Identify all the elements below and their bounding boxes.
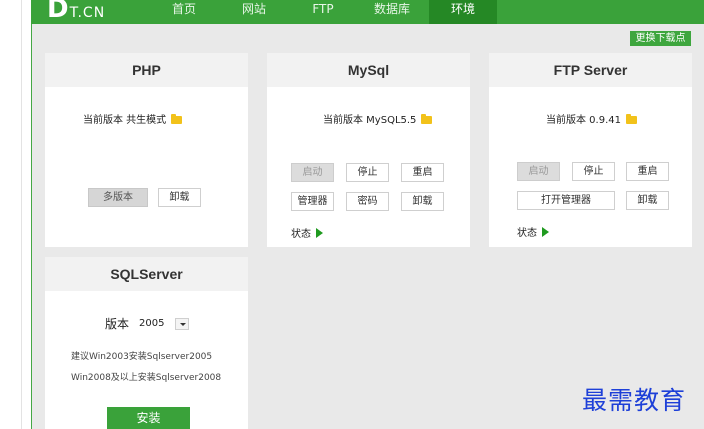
sqlserver-hint-2008: Win2008及以上安装Sqlserver2008: [71, 373, 222, 383]
ftp-stop-button[interactable]: 停止: [572, 162, 615, 181]
mysql-start-button[interactable]: 启动: [291, 163, 334, 182]
nav-item-website[interactable]: 网站: [229, 0, 279, 24]
folder-icon[interactable]: [626, 114, 637, 124]
play-icon[interactable]: [542, 227, 549, 237]
ftp-status: 状态: [517, 224, 549, 239]
ftp-title: FTP Server: [489, 53, 692, 87]
php-version: 当前版本 共生模式: [83, 111, 183, 126]
nav-item-database[interactable]: 数据库: [362, 0, 422, 24]
change-download-node-button[interactable]: 更换下载点: [630, 31, 691, 46]
sqlserver-hint-2003: 建议Win2003安装Sqlserver2005: [71, 352, 213, 362]
mysql-restart-button[interactable]: 重启: [401, 163, 444, 182]
ftp-open-manager-button[interactable]: 打开管理器: [517, 191, 615, 210]
folder-icon[interactable]: [171, 114, 183, 124]
mysql-password-button[interactable]: 密码: [346, 192, 389, 211]
mysql-card: MySql 当前版本 MySQL5.5 启动 停止 重启 管理器 密码 卸载 状…: [267, 53, 470, 247]
php-multi-version-button[interactable]: 多版本: [88, 188, 148, 207]
left-gutter: [0, 0, 22, 429]
top-nav: DT.CN 首页 网站 FTP 数据库 环境: [31, 0, 704, 24]
nav-item-ftp[interactable]: FTP: [298, 0, 348, 24]
mysql-uninstall-button[interactable]: 卸载: [401, 192, 444, 211]
ftp-server-card: FTP Server 当前版本 0.9.41 启动 停止 重启 打开管理器 卸载…: [489, 53, 692, 247]
ftp-restart-button[interactable]: 重启: [626, 162, 669, 181]
play-icon[interactable]: [316, 228, 323, 238]
sqlserver-card: SQLServer 版本 2005 建议Win2003安装Sqlserver20…: [45, 257, 248, 429]
php-uninstall-button[interactable]: 卸载: [158, 188, 201, 207]
ftp-uninstall-button[interactable]: 卸载: [626, 191, 669, 210]
nav-item-home[interactable]: 首页: [159, 0, 209, 24]
sqlserver-title: SQLServer: [45, 257, 248, 291]
php-card: PHP 当前版本 共生模式 多版本 卸载: [45, 53, 248, 247]
php-title: PHP: [45, 53, 248, 87]
mysql-version: 当前版本 MySQL5.5: [323, 111, 433, 126]
sqlserver-install-button[interactable]: 安装: [107, 407, 190, 429]
mysql-stop-button[interactable]: 停止: [346, 163, 389, 182]
mysql-status: 状态: [291, 225, 323, 240]
nav-item-environment[interactable]: 环境: [429, 0, 497, 24]
mysql-title: MySql: [267, 53, 470, 87]
watermark: 最需教育: [582, 386, 687, 415]
logo: DT.CN: [47, 0, 106, 24]
sqlserver-version-label: 版本: [105, 317, 130, 331]
mysql-manager-button[interactable]: 管理器: [291, 192, 334, 211]
ftp-version: 当前版本 0.9.41: [546, 111, 637, 126]
chevron-down-icon[interactable]: [175, 318, 189, 330]
ftp-start-button[interactable]: 启动: [517, 162, 560, 181]
folder-icon[interactable]: [421, 114, 433, 124]
